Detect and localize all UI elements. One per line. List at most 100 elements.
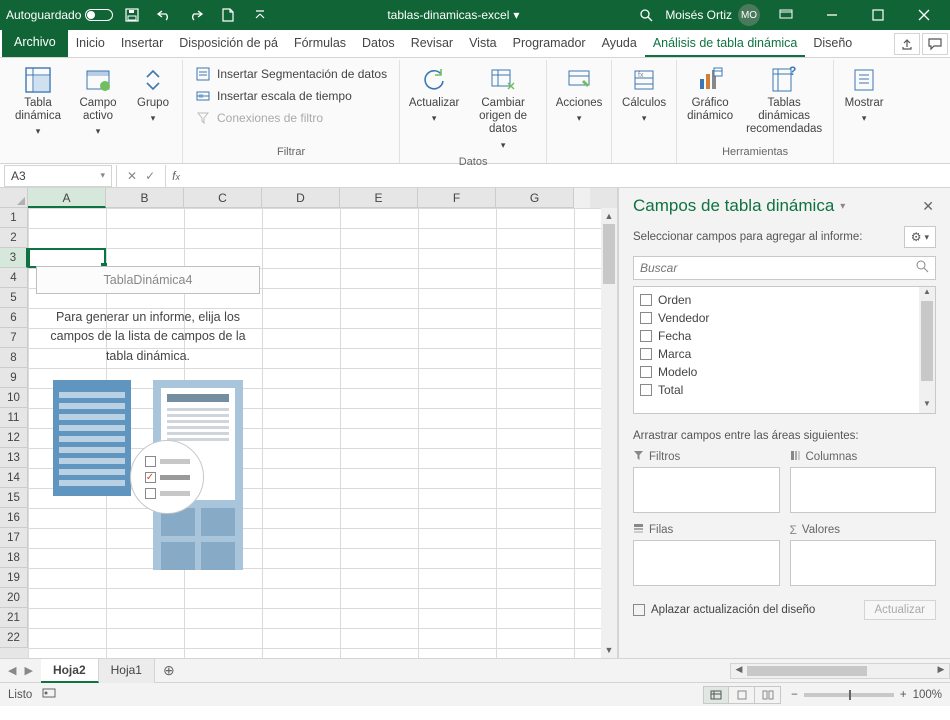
area-filters-dropzone[interactable] (633, 467, 780, 513)
save-icon[interactable] (119, 2, 145, 28)
tab-dise-o[interactable]: Diseño (805, 30, 860, 57)
pivot-table-button[interactable]: Tabla dinámica▾ (8, 62, 68, 144)
vertical-scrollbar[interactable]: ▲▼ (601, 208, 617, 658)
row-header[interactable]: 3 (0, 248, 28, 268)
field-pane-close-icon[interactable]: ✕ (920, 198, 936, 215)
column-header[interactable]: C (184, 188, 262, 208)
tab-datos[interactable]: Datos (354, 30, 403, 57)
search-icon[interactable] (633, 2, 659, 28)
cancel-formula-icon[interactable]: ✕ (127, 169, 137, 183)
view-page-break-icon[interactable] (755, 686, 781, 704)
field-search[interactable] (633, 256, 936, 280)
row-header[interactable]: 2 (0, 228, 28, 248)
qat-customize-icon[interactable] (247, 2, 273, 28)
sheet-nav-next-icon[interactable]: ▶ (24, 664, 32, 677)
row-header[interactable]: 1 (0, 208, 28, 228)
row-header[interactable]: 16 (0, 508, 28, 528)
close-button[interactable] (904, 0, 944, 30)
name-box[interactable]: A3▾ (4, 165, 112, 187)
tab-insertar[interactable]: Insertar (113, 30, 171, 57)
sheet-nav-prev-icon[interactable]: ◀ (8, 664, 16, 677)
tab-disposici-n-de-p[interactable]: Disposición de pá (171, 30, 286, 57)
autosave-toggle[interactable] (85, 9, 113, 21)
refresh-button[interactable]: Actualizar▾ (404, 62, 464, 154)
accept-formula-icon[interactable]: ✓ (145, 169, 155, 183)
actions-button[interactable]: Acciones▾ (551, 62, 607, 144)
field-checkbox[interactable] (640, 384, 652, 396)
tab-programador[interactable]: Programador (505, 30, 594, 57)
fx-icon[interactable]: fx (166, 169, 186, 183)
ribbon-display-icon[interactable] (766, 0, 806, 30)
comments-icon[interactable] (922, 33, 948, 55)
defer-update-checkbox[interactable]: Aplazar actualización del diseño (633, 604, 815, 616)
zoom-out-button[interactable]: − (791, 689, 798, 701)
recommended-pivot-button[interactable]: ? Tablas dinámicas recomendadas (739, 62, 829, 144)
tab-vista[interactable]: Vista (461, 30, 505, 57)
undo-icon[interactable] (151, 2, 177, 28)
row-header[interactable]: 4 (0, 268, 28, 288)
zoom-in-button[interactable]: + (900, 689, 907, 701)
column-header[interactable]: D (262, 188, 340, 208)
sheet-tab[interactable]: Hoja2 (41, 659, 99, 683)
column-header[interactable]: A (28, 188, 106, 208)
insert-timeline-button[interactable]: Insertar escala de tiempo (191, 86, 391, 106)
row-header[interactable]: 5 (0, 288, 28, 308)
zoom-level[interactable]: 100% (913, 689, 942, 701)
field-item[interactable]: Fecha (636, 327, 933, 345)
zoom-slider[interactable] (804, 693, 894, 697)
user-avatar[interactable]: MO (738, 4, 760, 26)
row-header[interactable]: 21 (0, 608, 28, 628)
row-header[interactable]: 13 (0, 448, 28, 468)
column-header[interactable]: B (106, 188, 184, 208)
tab-f-rmulas[interactable]: Fórmulas (286, 30, 354, 57)
minimize-button[interactable] (812, 0, 852, 30)
area-rows-dropzone[interactable] (633, 540, 780, 586)
row-header[interactable]: 14 (0, 468, 28, 488)
area-values-dropzone[interactable] (790, 540, 937, 586)
column-header[interactable]: G (496, 188, 574, 208)
spreadsheet-grid[interactable]: ABCDEFG 12345678910111213141516171819202… (0, 188, 618, 658)
row-header[interactable]: 18 (0, 548, 28, 568)
select-all-corner[interactable] (0, 188, 28, 208)
row-header[interactable]: 17 (0, 528, 28, 548)
field-checkbox[interactable] (640, 330, 652, 342)
row-header[interactable]: 7 (0, 328, 28, 348)
formula-input[interactable] (186, 165, 950, 187)
field-pane-dropdown-icon[interactable]: ▾ (840, 201, 845, 212)
row-header[interactable]: 6 (0, 308, 28, 328)
row-header[interactable]: 8 (0, 348, 28, 368)
active-field-button[interactable]: Campo activo▾ (68, 62, 128, 144)
row-header[interactable]: 12 (0, 428, 28, 448)
row-header[interactable]: 19 (0, 568, 28, 588)
tab-revisar[interactable]: Revisar (403, 30, 461, 57)
tab-file[interactable]: Archivo (2, 29, 68, 57)
pivot-chart-button[interactable]: Gráfico dinámico (681, 62, 739, 144)
column-header[interactable]: E (340, 188, 418, 208)
macro-record-icon[interactable] (42, 687, 56, 702)
change-source-button[interactable]: Cambiar origen de datos▾ (464, 62, 542, 154)
new-file-icon[interactable] (215, 2, 241, 28)
add-sheet-button[interactable]: ⊕ (155, 658, 183, 683)
field-search-input[interactable] (640, 261, 916, 275)
row-header[interactable]: 22 (0, 628, 28, 648)
field-item[interactable]: Orden (636, 291, 933, 309)
share-icon[interactable] (894, 33, 920, 55)
row-header[interactable]: 15 (0, 488, 28, 508)
horizontal-scrollbar[interactable]: ◀▶ (730, 663, 950, 679)
field-item[interactable]: Vendedor (636, 309, 933, 327)
show-button[interactable]: Mostrar▾ (838, 62, 890, 144)
tab-ayuda[interactable]: Ayuda (594, 30, 645, 57)
view-normal-icon[interactable] (703, 686, 729, 704)
tab-an-lisis-de-tabla-din-mica[interactable]: Análisis de tabla dinámica (645, 30, 806, 57)
group-button[interactable]: Grupo▾ (128, 62, 178, 144)
field-item[interactable]: Marca (636, 345, 933, 363)
row-header[interactable]: 9 (0, 368, 28, 388)
field-checkbox[interactable] (640, 294, 652, 306)
area-columns-dropzone[interactable] (790, 467, 937, 513)
tab-inicio[interactable]: Inicio (68, 30, 113, 57)
calculations-button[interactable]: fx Cálculos▾ (616, 62, 672, 144)
maximize-button[interactable] (858, 0, 898, 30)
row-header[interactable]: 10 (0, 388, 28, 408)
view-page-layout-icon[interactable] (729, 686, 755, 704)
sheet-tab[interactable]: Hoja1 (99, 659, 155, 683)
